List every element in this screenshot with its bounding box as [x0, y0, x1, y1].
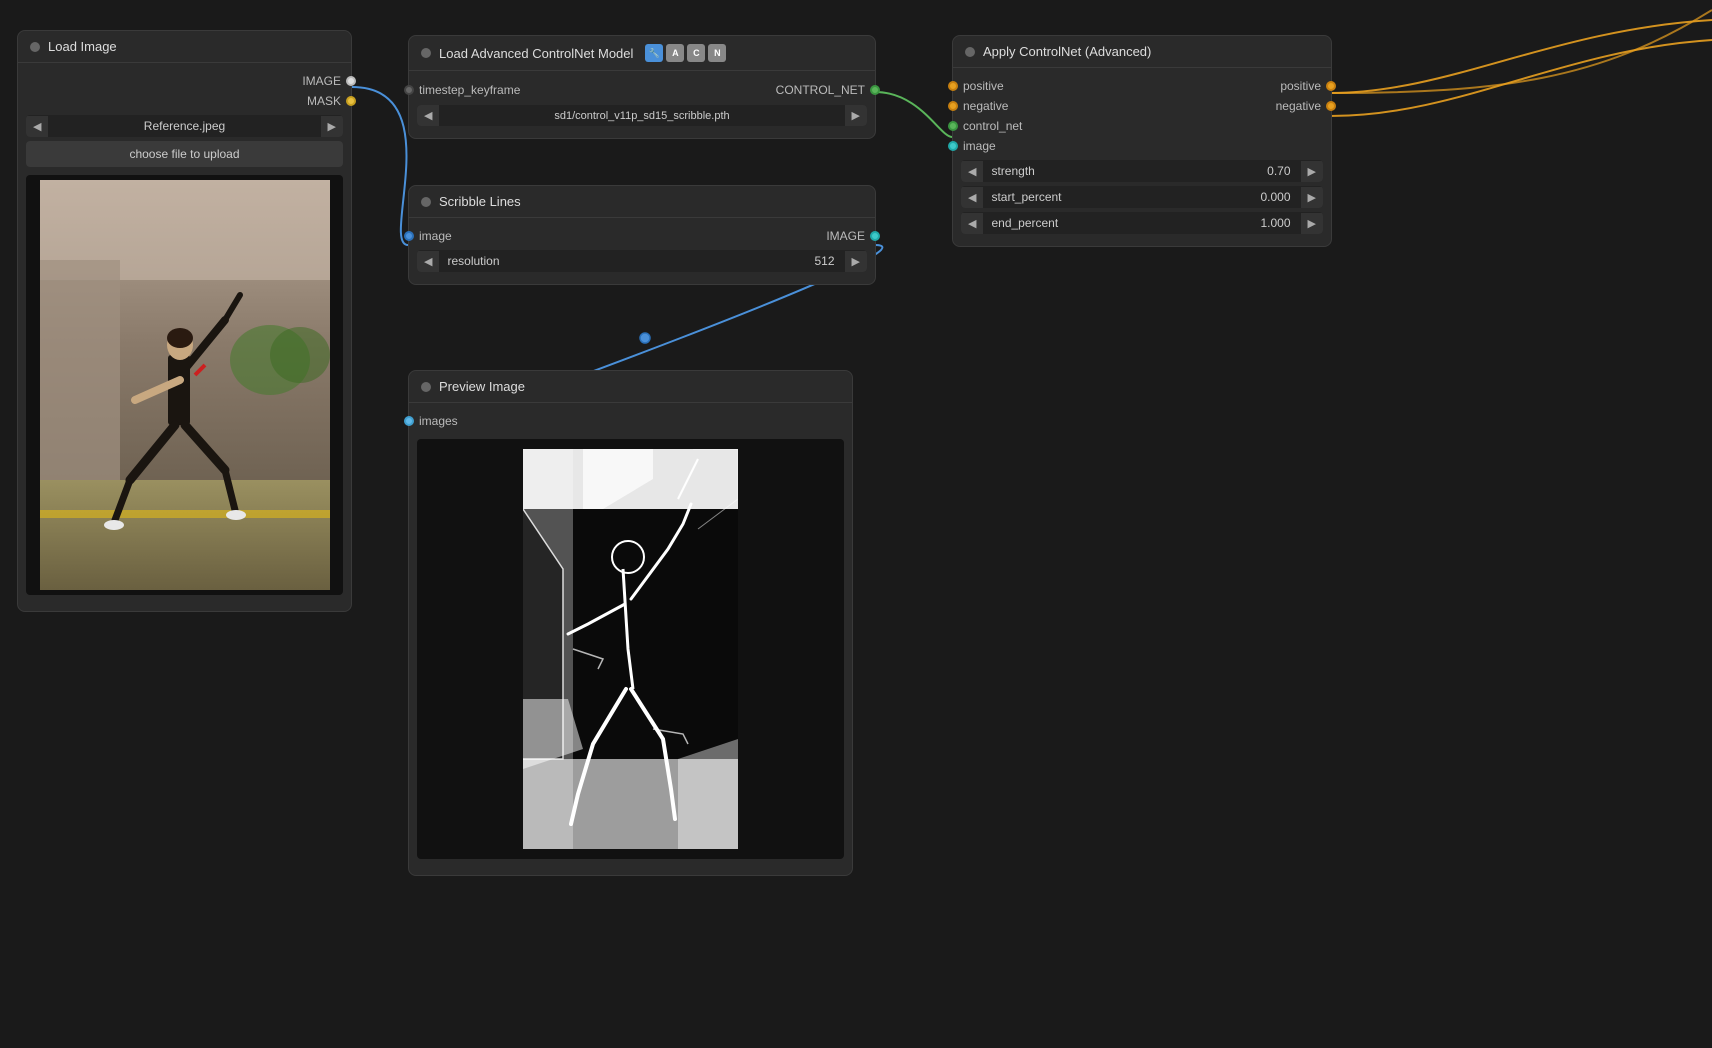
image-selector[interactable]: ◀ Reference.jpeg ▶ — [26, 115, 343, 137]
preview-image-node: Preview Image images — [408, 370, 853, 876]
preview-images-port[interactable] — [404, 416, 414, 426]
preview-title: Preview Image — [439, 379, 525, 394]
timestep-input-port[interactable] — [404, 85, 414, 95]
mask-output-label: MASK — [307, 94, 341, 108]
end-percent-control[interactable]: ◀ end_percent 1.000 ▶ — [961, 212, 1323, 234]
reference-image-svg — [40, 180, 330, 590]
scribble-status-dot — [421, 197, 431, 207]
node-status-dot — [30, 42, 40, 52]
control-net-input-row: control_net — [953, 116, 1331, 136]
control-net-name-selector[interactable]: ◀ sd1/control_v11p_sd15_scribble.pth ▶ — [417, 105, 867, 126]
strength-prev-btn[interactable]: ◀ — [961, 161, 983, 182]
negative-input-port[interactable] — [948, 101, 958, 111]
scribble-lines-node: Scribble Lines image IMAGE ◀ resolution … — [408, 185, 876, 285]
load-image-body: IMAGE MASK ◀ Reference.jpeg ▶ choose fil… — [18, 63, 351, 611]
image-output-port[interactable] — [346, 76, 356, 86]
upload-button[interactable]: choose file to upload — [26, 141, 343, 167]
start-percent-value: 0.000 — [1139, 186, 1301, 208]
badge-icon-a: A — [666, 44, 684, 62]
control-net-prev-btn[interactable]: ◀ — [417, 105, 439, 126]
badge-icon-c: C — [687, 44, 705, 62]
start-percent-next-btn[interactable]: ▶ — [1301, 187, 1323, 208]
load-controlnet-node: Load Advanced ControlNet Model 🔧 A C N t… — [408, 35, 876, 139]
end-percent-value: 1.000 — [1139, 212, 1301, 234]
control-net-next-btn[interactable]: ▶ — [845, 105, 867, 126]
strength-next-btn[interactable]: ▶ — [1301, 161, 1323, 182]
preview-images-row: images — [409, 411, 852, 431]
apply-controlnet-header: Apply ControlNet (Advanced) — [953, 36, 1331, 68]
positive-input-port[interactable] — [948, 81, 958, 91]
start-percent-prev-btn[interactable]: ◀ — [961, 187, 983, 208]
negative-input-label: negative — [963, 99, 1008, 113]
load-controlnet-title: Load Advanced ControlNet Model — [439, 46, 633, 61]
load-image-header: Load Image — [18, 31, 351, 63]
image-prev-btn[interactable]: ◀ — [26, 116, 48, 137]
scribble-image-label: image — [419, 229, 452, 243]
image-output-label: IMAGE — [302, 74, 341, 88]
resolution-value: 512 — [639, 250, 845, 272]
positive-output-port[interactable] — [1326, 81, 1336, 91]
scribble-preview-svg — [523, 449, 738, 849]
preview-body: images — [409, 403, 852, 875]
positive-input-label: positive — [963, 79, 1004, 93]
timestep-row: timestep_keyframe CONTROL_NET — [409, 79, 875, 101]
controlnet-status-dot — [421, 48, 431, 58]
image-input-label: image — [963, 139, 996, 153]
end-percent-next-btn[interactable]: ▶ — [1301, 213, 1323, 234]
apply-status-dot — [965, 47, 975, 57]
scribble-title: Scribble Lines — [439, 194, 521, 209]
negative-output-port[interactable] — [1326, 101, 1336, 111]
timestep-label: timestep_keyframe — [419, 83, 520, 97]
load-image-title: Load Image — [48, 39, 117, 54]
mask-output-row: MASK — [18, 91, 351, 111]
control-net-output-label: CONTROL_NET — [776, 83, 865, 97]
apply-controlnet-body: positive positive negative negative cont… — [953, 68, 1331, 246]
strength-label: strength — [983, 160, 1139, 182]
end-percent-label: end_percent — [983, 212, 1139, 234]
strength-control[interactable]: ◀ strength 0.70 ▶ — [961, 160, 1323, 182]
scribble-image-row: image IMAGE — [409, 226, 875, 246]
image-output-row: IMAGE — [18, 71, 351, 91]
image-thumbnail — [26, 175, 343, 595]
image-input-port[interactable] — [948, 141, 958, 151]
resolution-prev-btn[interactable]: ◀ — [417, 251, 439, 272]
resolution-next-btn[interactable]: ▶ — [845, 251, 867, 272]
load-controlnet-header: Load Advanced ControlNet Model 🔧 A C N — [409, 36, 875, 71]
apply-controlnet-node: Apply ControlNet (Advanced) positive pos… — [952, 35, 1332, 247]
badge-icon-1: 🔧 — [645, 44, 663, 62]
positive-output-label: positive — [1280, 79, 1321, 93]
start-percent-label: start_percent — [983, 186, 1139, 208]
control-net-name-value: sd1/control_v11p_sd15_scribble.pth — [439, 106, 844, 126]
control-net-input-port[interactable] — [948, 121, 958, 131]
control-net-input-label: control_net — [963, 119, 1022, 133]
load-image-node: Load Image IMAGE MASK ◀ Reference.jpeg ▶… — [17, 30, 352, 612]
preview-image-display — [417, 439, 844, 859]
image-next-btn[interactable]: ▶ — [321, 116, 343, 137]
scribble-image-output-label: IMAGE — [826, 229, 865, 243]
scribble-body: image IMAGE ◀ resolution 512 ▶ — [409, 218, 875, 284]
apply-controlnet-title: Apply ControlNet (Advanced) — [983, 44, 1151, 59]
negative-row: negative negative — [953, 96, 1331, 116]
scribble-image-input-port[interactable] — [404, 231, 414, 241]
load-controlnet-body: timestep_keyframe CONTROL_NET ◀ sd1/cont… — [409, 71, 875, 138]
preview-status-dot — [421, 382, 431, 392]
negative-output-label: negative — [1276, 99, 1321, 113]
scribble-header: Scribble Lines — [409, 186, 875, 218]
control-net-output-port[interactable] — [870, 85, 880, 95]
resolution-label: resolution — [439, 250, 639, 272]
start-percent-control[interactable]: ◀ start_percent 0.000 ▶ — [961, 186, 1323, 208]
strength-value: 0.70 — [1139, 160, 1301, 182]
preview-images-label: images — [419, 414, 458, 428]
end-percent-prev-btn[interactable]: ◀ — [961, 213, 983, 234]
scribble-image-output-port[interactable] — [870, 231, 880, 241]
mask-output-port[interactable] — [346, 96, 356, 106]
resolution-control[interactable]: ◀ resolution 512 ▶ — [417, 250, 867, 272]
preview-header: Preview Image — [409, 371, 852, 403]
badge-icon-n: N — [708, 44, 726, 62]
image-input-row: image — [953, 136, 1331, 156]
positive-row: positive positive — [953, 76, 1331, 96]
image-selector-value: Reference.jpeg — [48, 115, 320, 137]
